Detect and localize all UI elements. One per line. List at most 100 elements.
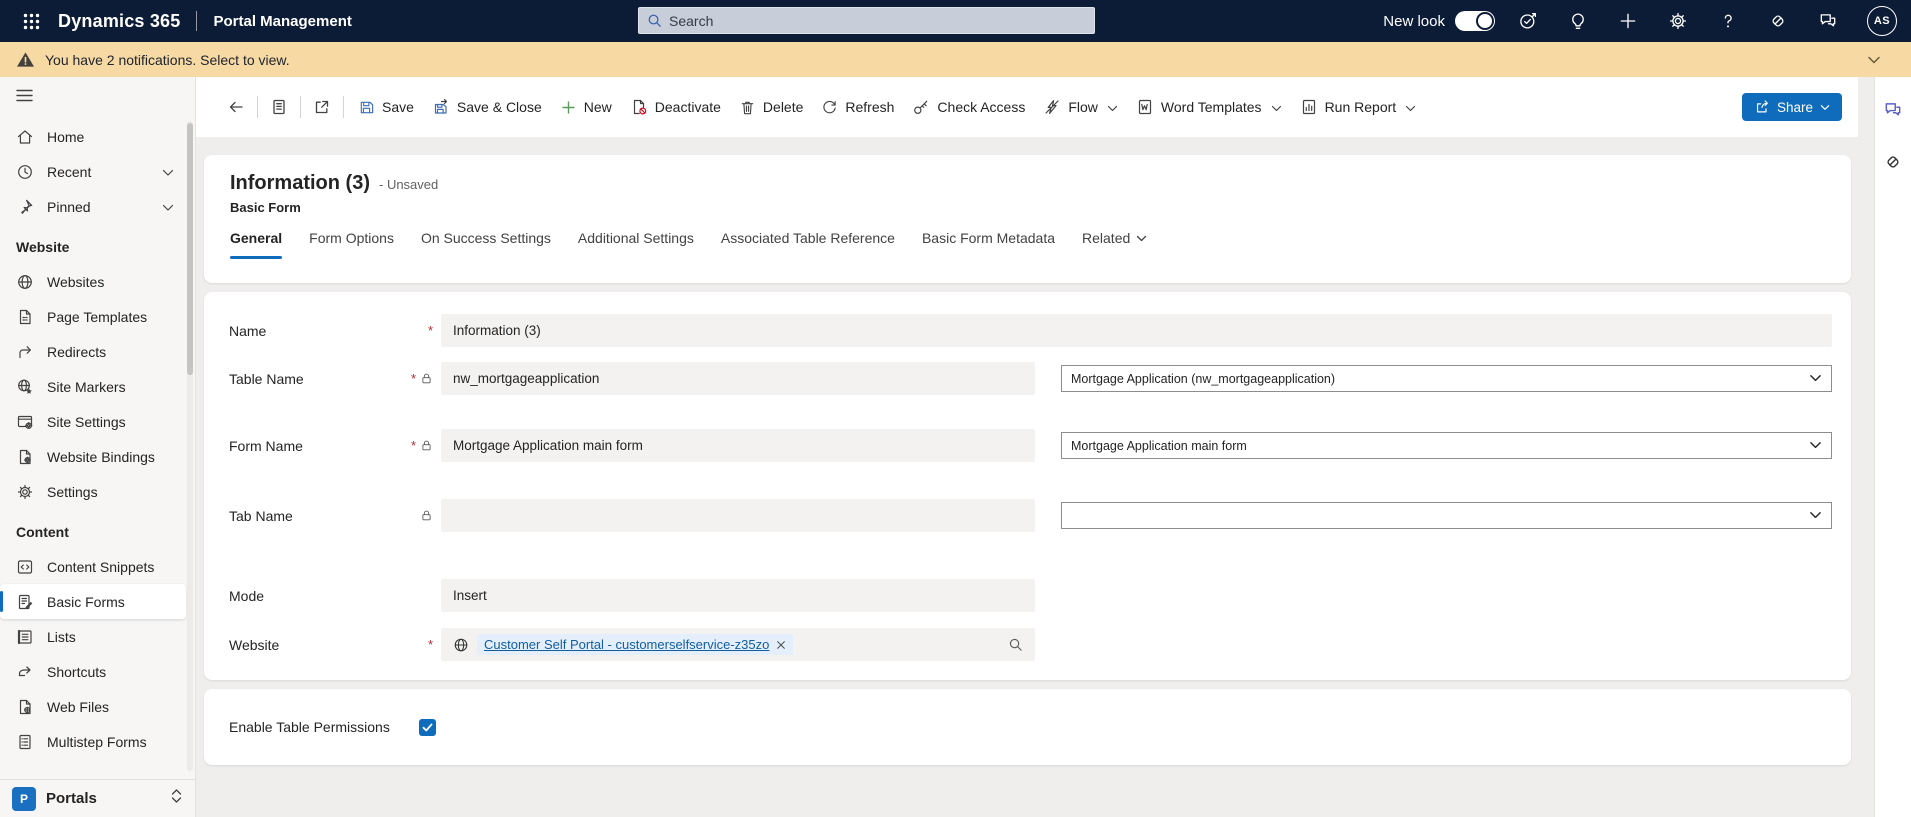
sidebar-item-content-snippets[interactable]: Content Snippets <box>0 549 186 584</box>
copilot-icon[interactable] <box>1882 151 1904 173</box>
add-icon[interactable] <box>1617 10 1639 32</box>
sidebar-item-pinned[interactable]: Pinned <box>0 189 186 224</box>
hamburger-icon[interactable] <box>0 77 195 113</box>
sidebar-item-redirects[interactable]: Redirects <box>0 334 186 369</box>
task-check-icon[interactable] <box>1517 10 1539 32</box>
sidebar-item-lists[interactable]: Lists <box>0 619 186 654</box>
field-label: Website <box>229 636 280 653</box>
sidebar-item-label: Pinned <box>47 198 91 215</box>
popout-icon[interactable] <box>306 91 338 123</box>
tab-name-select[interactable] <box>1061 502 1832 529</box>
chevron-down-icon[interactable] <box>162 199 174 215</box>
form-name-select[interactable]: Mortgage Application main form <box>1061 432 1832 459</box>
sidebar-item-label: Site Markers <box>47 378 126 395</box>
code-snippet-icon <box>16 558 34 576</box>
required-asterisk: * <box>427 636 433 652</box>
website-lookup-field[interactable]: Customer Self Portal - customerselfservi… <box>441 628 1035 661</box>
sidebar-item-page-templates[interactable]: Page Templates <box>0 299 186 334</box>
delete-button[interactable]: Delete <box>730 93 812 122</box>
new-button[interactable]: New <box>551 93 621 122</box>
brand-title[interactable]: Dynamics 365 <box>58 11 180 32</box>
word-templates-button[interactable]: Word Templates <box>1127 92 1291 122</box>
feedback-icon[interactable] <box>1882 99 1904 121</box>
feedback-icon[interactable] <box>1817 10 1839 32</box>
tab-name-input[interactable] <box>441 499 1035 532</box>
form-name-input[interactable]: Mortgage Application main form <box>441 429 1035 462</box>
lock-icon <box>422 510 431 521</box>
form-tabs: General Form Options On Success Settings… <box>230 230 1831 259</box>
globe-icon <box>16 273 34 291</box>
waffle-icon[interactable] <box>14 4 48 38</box>
flow-button[interactable]: Flow <box>1034 92 1127 122</box>
word-templates-label: Word Templates <box>1160 99 1262 115</box>
table-name-select[interactable]: Mortgage Application (nw_mortgageapplica… <box>1061 365 1832 392</box>
app-name[interactable]: Portal Management <box>213 13 351 30</box>
sidebar-item-basic-forms[interactable]: Basic Forms <box>0 584 186 619</box>
sidebar-item-multistep-forms[interactable]: Multistep Forms <box>0 724 186 759</box>
check-access-button[interactable]: Check Access <box>903 92 1034 122</box>
sidebar-item-site-markers[interactable]: Site Markers <box>0 369 186 404</box>
lightbulb-icon[interactable] <box>1567 10 1589 32</box>
help-icon[interactable] <box>1717 10 1739 32</box>
tab-form-options[interactable]: Form Options <box>309 230 394 248</box>
check-icon <box>422 723 433 731</box>
website-record-link[interactable]: Customer Self Portal - customerselfservi… <box>484 637 769 652</box>
warning-icon <box>16 51 35 68</box>
run-report-label: Run Report <box>1324 99 1397 115</box>
chevron-down-icon[interactable] <box>1867 52 1881 68</box>
chevron-down-icon <box>1820 104 1830 111</box>
sidebar-item-shortcuts[interactable]: Shortcuts <box>0 654 186 689</box>
global-search[interactable] <box>638 7 1095 34</box>
form-switcher-icon[interactable] <box>263 91 295 123</box>
search-icon <box>647 13 662 28</box>
copilot-icon[interactable] <box>1767 10 1789 32</box>
gear-icon[interactable] <box>1667 10 1689 32</box>
save-button[interactable]: Save <box>349 93 423 122</box>
lookup-selected-tag: Customer Self Portal - customerselfservi… <box>477 634 794 655</box>
share-button[interactable]: Share <box>1741 93 1842 121</box>
record-status: - Unsaved <box>379 177 439 192</box>
search-icon[interactable] <box>1008 637 1023 652</box>
close-icon[interactable] <box>776 640 786 650</box>
sidebar-item-label: Site Settings <box>47 413 126 430</box>
sidebar-item-recent[interactable]: Recent <box>0 154 186 189</box>
sidebar-item-website-bindings[interactable]: Website Bindings <box>0 439 186 474</box>
sidebar-item-web-files[interactable]: Web Files <box>0 689 186 724</box>
new-look-toggle[interactable] <box>1455 11 1495 31</box>
chevron-down-icon[interactable] <box>162 164 174 180</box>
search-input[interactable] <box>669 12 1086 29</box>
gear-icon <box>16 483 34 501</box>
tab-on-success-settings[interactable]: On Success Settings <box>421 230 551 248</box>
sidebar-item-websites[interactable]: Websites <box>0 264 186 299</box>
deactivate-button[interactable]: Deactivate <box>621 92 730 122</box>
table-name-input[interactable]: nw_mortgageapplication <box>441 362 1035 395</box>
sidebar-nav: Home Recent Pinned Website Websites Page… <box>0 113 195 779</box>
name-input[interactable]: Information (3) <box>441 314 1832 347</box>
sidebar-item-home[interactable]: Home <box>0 119 186 154</box>
sidebar-item-settings[interactable]: Settings <box>0 474 186 509</box>
share-label: Share <box>1776 99 1813 115</box>
back-arrow-icon[interactable] <box>220 91 252 123</box>
notification-bar[interactable]: You have 2 notifications. Select to view… <box>0 42 1911 77</box>
avatar[interactable]: AS <box>1867 6 1897 36</box>
save-and-close-button[interactable]: Save & Close <box>423 92 551 122</box>
area-switcher[interactable]: P Portals <box>0 779 195 817</box>
mode-input[interactable]: Insert <box>441 579 1035 612</box>
tab-related[interactable]: Related <box>1082 230 1147 248</box>
field-row-mode: Mode Insert <box>229 579 1832 612</box>
sidebar-section-website: Website <box>16 239 70 255</box>
enable-table-permissions-checkbox[interactable] <box>419 718 436 736</box>
sidebar-item-site-settings[interactable]: Site Settings <box>0 404 186 439</box>
tab-associated-table-reference[interactable]: Associated Table Reference <box>721 230 895 248</box>
save-label: Save <box>382 99 414 115</box>
tab-general[interactable]: General <box>230 230 283 259</box>
refresh-button[interactable]: Refresh <box>812 93 903 122</box>
tab-additional-settings[interactable]: Additional Settings <box>578 230 694 248</box>
tab-basic-form-metadata[interactable]: Basic Form Metadata <box>922 230 1055 248</box>
sidebar-item-label: Page Templates <box>47 308 148 325</box>
web-file-icon <box>16 698 34 716</box>
site-marker-icon <box>16 378 34 396</box>
run-report-button[interactable]: Run Report <box>1291 92 1426 122</box>
sidebar-scrollbar-thumb[interactable] <box>187 123 193 375</box>
share-icon <box>1754 99 1770 115</box>
